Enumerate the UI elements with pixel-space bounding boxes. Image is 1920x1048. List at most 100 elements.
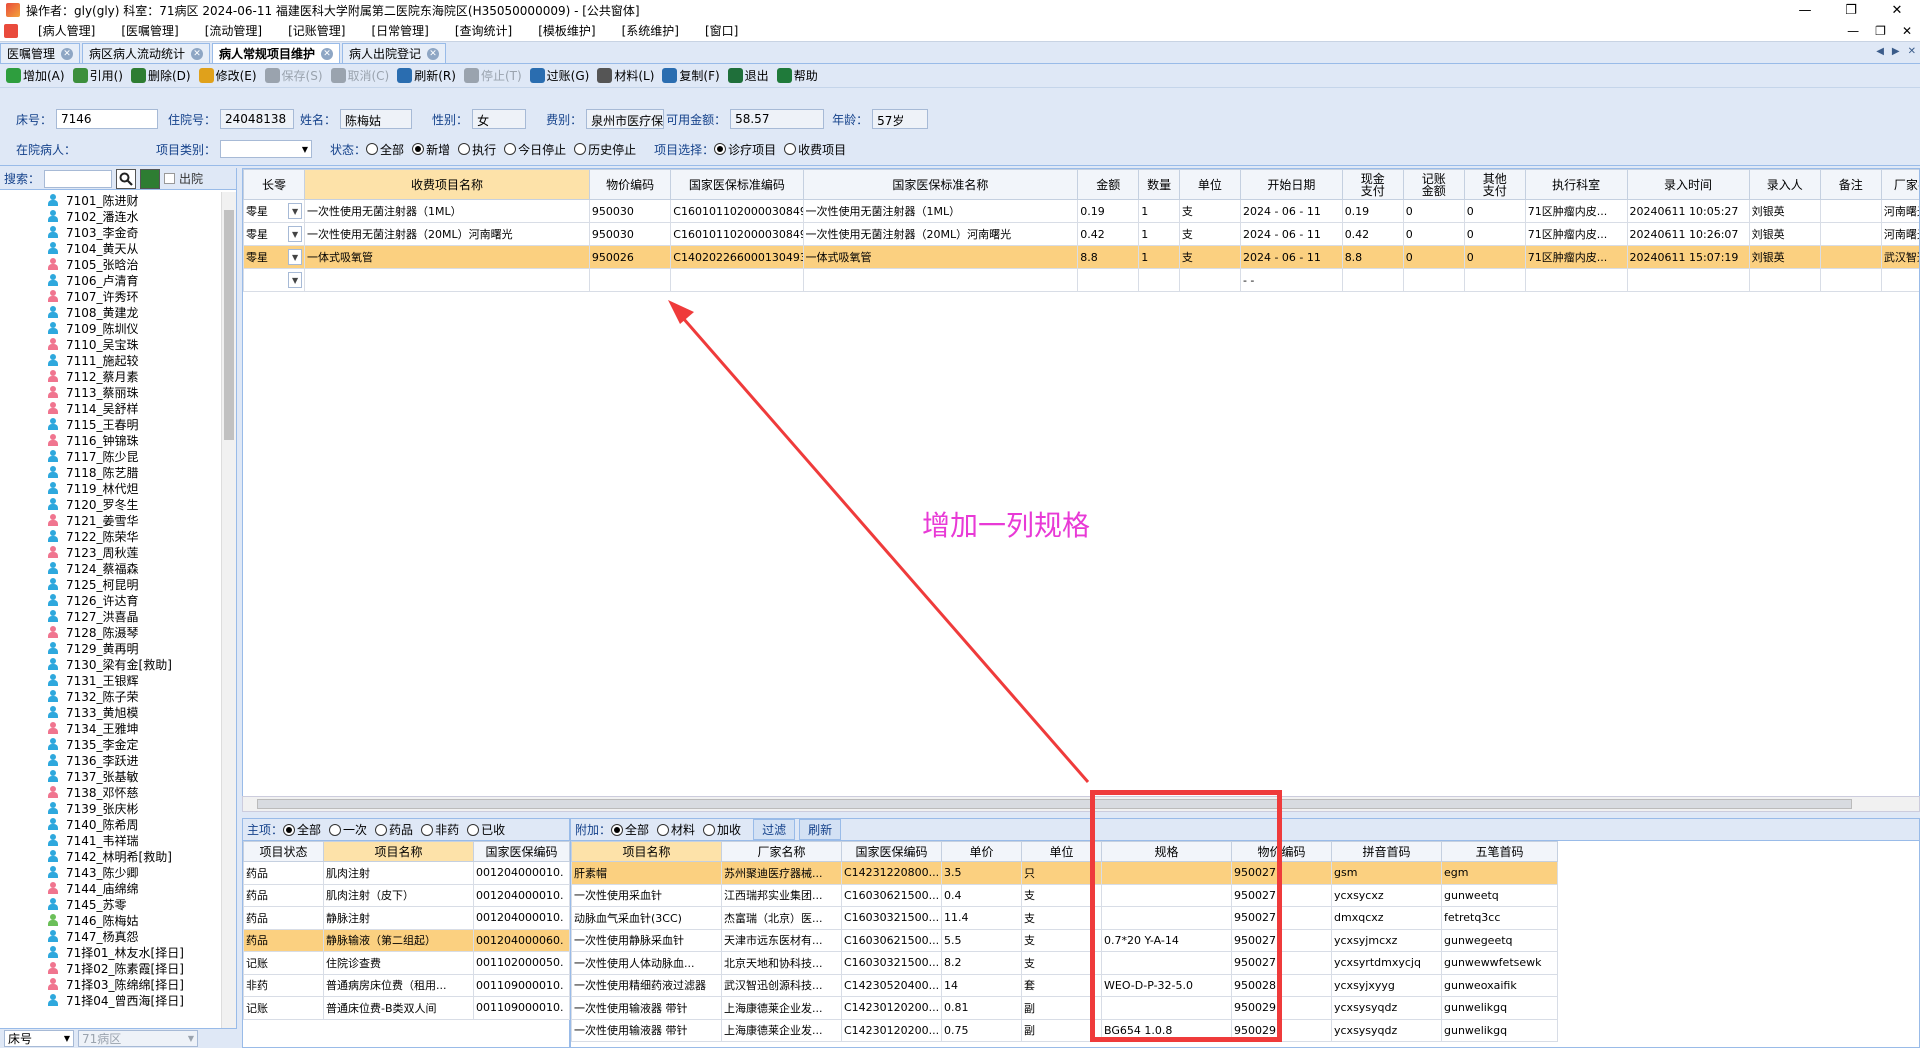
table-cell[interactable]: 950030 — [588, 222, 672, 246]
table-cell[interactable]: 北京天地和协科技... — [721, 951, 842, 975]
table-cell[interactable]: 零星 ▼ — [243, 199, 306, 223]
close-icon[interactable]: ✕ — [321, 47, 334, 60]
table-cell[interactable]: 零星 ▼ — [243, 245, 306, 269]
table-cell[interactable]: 刘银英 — [1748, 199, 1821, 223]
table-cell[interactable]: 河南曙光汇 — [1880, 199, 1919, 223]
bed-item[interactable]: 7121_姜雪华 — [0, 512, 222, 528]
main-item-radio-4[interactable]: 已收 — [467, 821, 505, 838]
table-row[interactable]: 药品 肌肉注射（皮下） 001204000010. — [243, 883, 570, 907]
table-cell[interactable]: 2024 - 06 - 11 — [1239, 222, 1343, 246]
item-type-select[interactable]: ▼ — [220, 140, 313, 158]
column-header[interactable]: 国家医保编码 — [473, 841, 570, 862]
table-cell[interactable]: 11.4 — [941, 906, 1022, 930]
menu-billing-management[interactable]: [记账管理] — [278, 22, 361, 39]
bed-item[interactable]: 7130_梁有金[救助] — [0, 656, 222, 672]
table-row[interactable]: 记账 住院诊查费 001102000050. — [243, 951, 570, 975]
table-cell[interactable]: 支 — [1178, 222, 1241, 246]
table-cell[interactable]: gunweetq — [1441, 883, 1558, 907]
table-cell[interactable] — [1819, 245, 1882, 269]
menu-flow-management[interactable]: [流动管理] — [195, 22, 278, 39]
table-row[interactable]: 药品 肌肉注射 001204000010. — [243, 861, 570, 885]
tab-order-management[interactable]: 医嘱管理 ✕ — [0, 43, 81, 63]
bed-item[interactable]: 7112_蔡月素 — [0, 368, 222, 384]
bed-item[interactable]: 7113_蔡丽珠 — [0, 384, 222, 400]
table-cell[interactable]: 药品 — [243, 883, 324, 907]
table-cell[interactable]: 0.81 — [941, 996, 1022, 1020]
column-header[interactable]: 长零 — [243, 169, 306, 200]
table-cell[interactable]: 71区肿瘤内皮... — [1524, 245, 1628, 269]
table-row[interactable]: 一次性使用人体动脉血... 北京天地和协科技... C16030321500... 8… — [571, 951, 1558, 975]
status-radio-2[interactable]: 执行 — [458, 141, 496, 158]
table-cell[interactable]: 一次性使用采血针 — [571, 883, 722, 907]
bed-item[interactable]: 7141_韦祥瑞 — [0, 832, 222, 848]
tab-ward-flow-statistics[interactable]: 病区病人流动统计 ✕ — [82, 43, 211, 63]
column-header[interactable]: 收费项目名称 — [304, 169, 590, 200]
bed-item[interactable]: 7117_陈少昆 — [0, 448, 222, 464]
toolbar-button-edit[interactable]: 修改(E) — [198, 67, 257, 84]
main-item-radio-0[interactable]: 全部 — [283, 821, 321, 838]
table-cell[interactable] — [1138, 268, 1180, 292]
column-header[interactable]: 金额 — [1077, 169, 1140, 200]
menu-window[interactable]: [窗口] — [695, 22, 754, 39]
table-cell[interactable]: 一次性使用无菌注射器（1ML） — [304, 199, 590, 223]
column-header[interactable]: 项目名称 — [323, 841, 474, 862]
toolbar-button-save[interactable]: 保存(S) — [264, 67, 323, 84]
table-cell[interactable]: ycxsysyqdz — [1331, 996, 1442, 1020]
table-cell[interactable]: 20240611 15:07:19 — [1626, 245, 1750, 269]
toolbar-button-add[interactable]: 增加(A) — [6, 67, 65, 84]
table-cell[interactable]: 001204000060. — [473, 928, 570, 952]
table-cell[interactable]: C14230120200... — [841, 1018, 942, 1042]
table-cell[interactable]: 950026 — [588, 245, 672, 269]
table-cell[interactable]: 0 — [1402, 245, 1465, 269]
bed-item[interactable]: 7104_黄天从 — [0, 240, 222, 256]
table-cell[interactable]: 0 — [1463, 199, 1526, 223]
bed-item[interactable]: 7115_王春明 — [0, 416, 222, 432]
toolbar-button-help[interactable]: 帮助 — [776, 67, 818, 84]
table-cell[interactable]: 肝素帽 — [571, 861, 722, 885]
table-cell[interactable]: 一次性使用人体动脉血... — [571, 951, 722, 975]
toolbar-button-delete[interactable]: 删除(D) — [130, 67, 191, 84]
column-header[interactable]: 项目状态 — [243, 841, 324, 862]
bed-item[interactable]: 7101_陈进财 — [0, 192, 222, 208]
bed-item[interactable]: 71择02_陈素霞[择日] — [0, 960, 222, 976]
table-cell[interactable]: 苏州聚迪医疗器械... — [721, 861, 842, 885]
bed-item[interactable]: 7146_陈梅姑 — [0, 912, 222, 928]
table-row[interactable]: 一次性使用采血针 江西瑞邦实业集团... C16030621500... 0.4 支 95… — [571, 883, 1558, 907]
table-cell[interactable]: 001204000010. — [473, 906, 570, 930]
table-cell[interactable]: 天津市远东医材有... — [721, 928, 842, 952]
table-cell[interactable]: 0.75 — [941, 1018, 1022, 1042]
table-cell[interactable] — [802, 268, 1079, 292]
table-cell[interactable] — [1626, 268, 1750, 292]
status-radio-0[interactable]: 全部 — [366, 141, 404, 158]
table-cell[interactable]: 上海康德莱企业发... — [721, 996, 842, 1020]
table-cell[interactable]: 药品 — [243, 906, 324, 930]
additional-radio-0[interactable]: 全部 — [611, 821, 649, 838]
tab-scroll-right-icon[interactable]: ▶ — [1892, 46, 1900, 57]
minimize-button[interactable]: — — [1782, 0, 1828, 20]
tab-scroll-left-icon[interactable]: ◀ — [1876, 46, 1884, 57]
table-cell[interactable]: 零星 ▼ — [243, 222, 306, 246]
table-cell[interactable]: 一体式吸氧管 — [304, 245, 590, 269]
table-cell[interactable]: 001109000010. — [473, 973, 570, 997]
bed-item[interactable]: 7142_林明希[救助] — [0, 848, 222, 864]
column-header[interactable]: 拼音首码 — [1331, 841, 1442, 862]
table-cell[interactable]: 2024 - 06 - 11 — [1239, 245, 1343, 269]
table-cell[interactable]: ▼ — [243, 268, 306, 292]
close-icon[interactable]: ✕ — [61, 47, 74, 60]
table-cell[interactable]: 静脉注射 — [323, 906, 474, 930]
column-header[interactable]: 其他 支付 — [1463, 169, 1526, 200]
close-icon[interactable]: ✕ — [191, 47, 204, 60]
column-header[interactable]: 录入人 — [1748, 169, 1821, 200]
table-row[interactable]: 零星 ▼ 一次性使用无菌注射器（1ML） 950030 C160101102000030… — [243, 199, 1919, 223]
menu-template-maintenance[interactable]: [模板维护] — [528, 22, 611, 39]
tab-discharge-registration[interactable]: 病人出院登记 ✕ — [342, 43, 447, 63]
table-cell[interactable]: 肌肉注射 — [323, 861, 474, 885]
table-cell[interactable]: 非药 — [243, 973, 324, 997]
table-cell[interactable]: 001109000010. — [473, 996, 570, 1020]
table-cell[interactable]: 001102000050. — [473, 951, 570, 975]
table-cell[interactable]: 住院诊查费 — [323, 951, 474, 975]
bed-item[interactable]: 7119_林代炟 — [0, 480, 222, 496]
column-header[interactable]: 备注 — [1819, 169, 1882, 200]
bed-item[interactable]: 7109_陈圳仪 — [0, 320, 222, 336]
table-cell[interactable]: 一次性使用输液器 带针 — [571, 996, 722, 1020]
